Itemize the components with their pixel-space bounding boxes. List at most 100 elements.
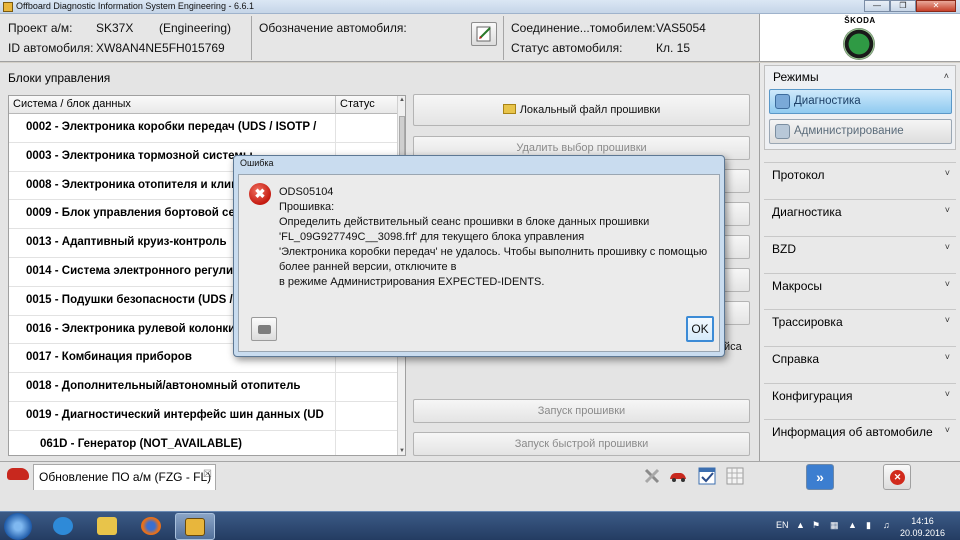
window-controls: — ❐ ✕ — [864, 0, 956, 12]
brand-name: ŠKODA — [844, 16, 876, 25]
administration-icon — [775, 124, 790, 139]
vehicle-icon[interactable] — [668, 466, 688, 486]
firefox-icon — [141, 517, 161, 535]
message-line: в режиме Администрирования EXPECTED-IDEN… — [279, 276, 545, 288]
taskbar-firefox[interactable] — [132, 513, 172, 540]
modes-panel: Режимы ˄ Диагностика Администрирование — [764, 65, 956, 150]
connection-label: Соединение...томобилем: — [511, 21, 656, 35]
sidebar-section[interactable]: Справка ˅ — [764, 346, 956, 370]
message-line: Прошивка: — [279, 201, 335, 213]
sidebar-section[interactable]: Трассировка ˅ — [764, 309, 956, 333]
tray-arrow-icon[interactable]: ▲ — [796, 520, 805, 530]
sidebar-section[interactable]: Протокол ˅ — [764, 162, 956, 186]
scrollbar-thumb[interactable] — [399, 116, 405, 156]
tray-usb-icon[interactable]: ▲ — [848, 520, 857, 530]
taskbar-ie[interactable] — [44, 513, 84, 540]
start-button[interactable] — [4, 513, 32, 540]
cancel-button[interactable]: ✕ — [883, 464, 911, 490]
dialog-body: ✖ ODS05104 Прошивка: Определить действител… — [238, 174, 720, 352]
mode-diagnostics-button[interactable]: Диагностика — [769, 89, 952, 114]
next-button[interactable]: » — [806, 464, 834, 490]
sidebar-section[interactable]: Конфигурация ˅ — [764, 383, 956, 407]
project-label: Проект а/м: — [8, 21, 73, 35]
table-row[interactable]: 061D - Генератор (NOT_AVAILABLE) — [9, 430, 397, 455]
start-flash-button[interactable]: Запуск прошивки — [413, 399, 750, 423]
tab-close-icon[interactable]: ☒ — [203, 469, 212, 480]
tab-software-update[interactable]: Обновление ПО а/м (FZG - FL) ☒ — [33, 464, 216, 490]
local-flash-file-button[interactable]: Локальный файл прошивки — [413, 94, 750, 126]
sidebar: Режимы ˄ Диагностика Администрирование П… — [759, 63, 960, 461]
expand-icon: ˅ — [944, 279, 950, 289]
clock-date: 20.09.2016 — [900, 528, 946, 538]
minimize-button[interactable]: — — [864, 0, 890, 12]
message-line: 'Электроника коробки передач' не удалось… — [279, 246, 708, 258]
sidebar-section-label: Информация об автомобиле — [772, 425, 933, 439]
column-divider — [335, 373, 336, 401]
scroll-down-icon[interactable]: ▼ — [398, 447, 405, 455]
sidebar-section[interactable]: BZD ˅ — [764, 236, 956, 260]
table-row[interactable]: 0002 - Электроника коробки передач (UDS … — [9, 114, 397, 143]
sidebar-section-label: Справка — [772, 352, 820, 366]
scroll-up-icon[interactable]: ▲ — [398, 96, 405, 104]
error-message: ODS05104 Прошивка: Определить действительн… — [279, 185, 707, 290]
table-row[interactable]: 0018 - Дополнительный/автономный отопите… — [9, 373, 397, 402]
message-line: Определить действительный сеанс прошивки… — [279, 216, 650, 228]
bottom-toolbar: Обновление ПО а/м (FZG - FL) ☒ » ✕ — [0, 461, 960, 511]
ok-button[interactable]: OK — [686, 316, 714, 342]
clock-time: 14:16 — [911, 516, 934, 526]
modes-title: Режимы — [773, 70, 819, 84]
column-divider — [335, 430, 336, 455]
checklist-icon[interactable] — [697, 466, 717, 486]
close-button[interactable]: ✕ — [916, 0, 956, 12]
start-fast-flash-button[interactable]: Запуск быстрой прошивки — [413, 432, 750, 456]
maximize-button[interactable]: ❐ — [890, 0, 916, 12]
vin-value: XW8AN4NE5FH015769 — [96, 41, 225, 55]
expand-icon: ˅ — [944, 389, 950, 399]
clock[interactable]: 14:16 20.09.2016 — [900, 515, 945, 539]
skoda-logo-icon — [843, 28, 875, 60]
screenshot-button[interactable] — [251, 317, 277, 341]
grid-icon[interactable] — [725, 466, 745, 486]
header-divider — [503, 16, 504, 60]
message-line: ODS05104 — [279, 186, 334, 198]
control-unit-name: 0019 - Диагностический интерфейс шин дан… — [26, 408, 324, 421]
project-value: SK37X — [96, 21, 134, 35]
edit-icon — [476, 26, 491, 42]
message-line: более ранней версии, отключите в — [279, 261, 457, 273]
error-icon: ✖ — [249, 183, 271, 205]
fast-forward-icon: » — [816, 469, 824, 485]
folder-icon — [97, 517, 117, 535]
control-unit-name: 0002 - Электроника коробки передач (UDS … — [26, 121, 317, 133]
windows-taskbar: EN ▲ ⚑ ▦ ▲ ▮ ♫ 14:16 20.09.2016 — [0, 511, 960, 540]
window-titlebar: Offboard Diagnostic Information System E… — [0, 0, 960, 14]
collapse-icon[interactable]: ˄ — [944, 71, 949, 81]
taskbar-odis[interactable] — [175, 513, 215, 540]
expand-icon: ˅ — [944, 315, 950, 325]
taskbar-explorer[interactable] — [88, 513, 128, 540]
column-divider — [335, 401, 336, 430]
sidebar-section[interactable]: Информация об автомобиле ˅ — [764, 419, 956, 443]
vehicle-status-label: Статус автомобиля: — [511, 41, 623, 55]
expand-icon: ˅ — [944, 242, 950, 252]
dialog-title: Ошибка — [240, 158, 274, 168]
partial-label: йса — [724, 341, 742, 353]
sidebar-section[interactable]: Диагностика ˅ — [764, 199, 956, 223]
sidebar-section[interactable]: Макросы ˅ — [764, 273, 956, 297]
column-header-system[interactable]: Система / блок данных — [13, 98, 131, 110]
window-title: Offboard Diagnostic Information System E… — [16, 1, 254, 11]
mode-administration-button[interactable]: Администрирование — [769, 119, 952, 144]
tray-volume-icon[interactable]: ♫ — [883, 520, 890, 530]
column-header-status[interactable]: Статус — [340, 98, 375, 110]
tray-network-icon[interactable]: ▦ — [830, 520, 839, 531]
car-icon — [7, 468, 29, 480]
control-unit-name: 061D - Генератор (NOT_AVAILABLE) — [40, 437, 242, 450]
tray-battery-icon[interactable]: ▮ — [866, 520, 871, 531]
tools-icon[interactable] — [642, 466, 662, 486]
tray-flag-icon[interactable]: ⚑ — [812, 520, 820, 531]
edit-designation-button[interactable] — [471, 22, 497, 46]
table-row[interactable]: 0019 - Диагностический интерфейс шин дан… — [9, 401, 397, 431]
mode-diagnostics-label: Диагностика — [794, 95, 861, 107]
expand-icon: ˅ — [944, 352, 950, 362]
language-indicator[interactable]: EN — [776, 520, 789, 530]
brand-panel: ŠKODA — [759, 14, 960, 62]
